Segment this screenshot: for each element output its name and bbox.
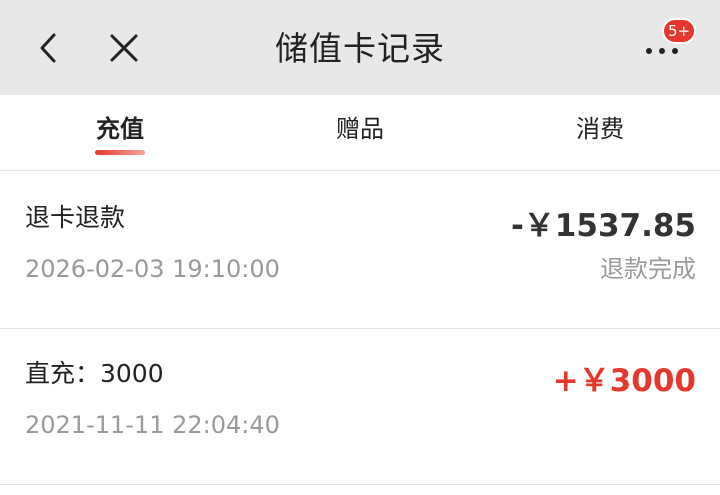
record-title: 直充：3000 (25, 359, 164, 388)
record-amount: +￥3000 (552, 363, 696, 399)
notification-badge: 5+ (662, 18, 696, 44)
record-time: 2026-02-03 19:10:00 (25, 255, 280, 283)
tab-consumption[interactable]: 消费 (520, 113, 680, 145)
nav-bar: 储值卡记录 5+ (0, 0, 720, 95)
more-dots-icon (672, 48, 678, 54)
tab-bar: 充值 赠品 消费 (0, 95, 720, 170)
record-title: 退卡退款 (25, 203, 126, 232)
divider (0, 328, 720, 329)
divider (0, 484, 720, 485)
record-status: 退款完成 (600, 255, 696, 283)
page-title: 储值卡记录 (275, 29, 445, 68)
record-time: 2021-11-11 22:04:40 (25, 411, 280, 439)
more-dots-icon (646, 48, 652, 54)
divider (0, 170, 720, 171)
record-amount: -￥1537.85 (510, 208, 696, 244)
tab-recharge[interactable]: 充值 (40, 113, 200, 145)
more-dots-icon (659, 48, 665, 54)
tab-gifts[interactable]: 赠品 (280, 113, 440, 145)
tab-active-indicator (95, 150, 145, 155)
